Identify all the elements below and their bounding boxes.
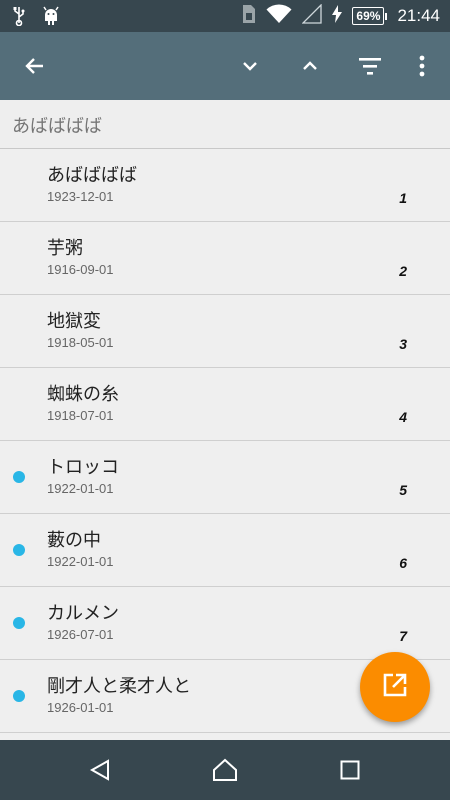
list-item[interactable]: カルメン 1926-07-01 7 <box>0 587 450 660</box>
unread-dot-icon <box>13 617 25 629</box>
back-triangle-icon[interactable] <box>60 740 140 800</box>
result-list: あばばばば 1923-12-01 1 芋粥 1916-09-01 2 地獄変 1918-05-… <box>0 149 450 739</box>
back-arrow-icon[interactable] <box>11 32 59 100</box>
usb-icon <box>12 6 26 30</box>
sim-icon <box>242 4 256 28</box>
home-icon[interactable] <box>185 740 265 800</box>
item-number: 4 <box>399 409 407 425</box>
list-item[interactable]: あばばばば 1923-12-01 1 <box>0 149 450 222</box>
item-date: 1918-05-01 <box>47 335 114 350</box>
charging-icon <box>332 5 343 27</box>
item-date: 1926-01-01 <box>47 700 114 715</box>
search-input[interactable] <box>10 108 434 142</box>
search-bar <box>0 100 450 149</box>
open-in-new-icon <box>382 672 408 702</box>
item-number: 5 <box>399 482 407 498</box>
battery-cap <box>385 12 388 20</box>
open-in-new-button[interactable] <box>360 652 430 722</box>
more-vert-icon[interactable] <box>398 32 446 100</box>
list-item[interactable]: 地獄変 1918-05-01 3 <box>0 295 450 368</box>
item-title: 蜘蛛の糸 <box>47 384 119 405</box>
item-number: 3 <box>399 336 407 352</box>
item-title: 藪の中 <box>47 530 101 551</box>
item-title: 地獄変 <box>47 311 101 332</box>
item-number: 1 <box>399 190 407 206</box>
unread-dot-icon <box>13 544 25 556</box>
item-title: 芋粥 <box>47 238 83 259</box>
item-title: トロッコ <box>47 457 119 478</box>
item-title: カルメン <box>47 603 119 624</box>
unread-dot-icon <box>13 690 25 702</box>
item-number: 6 <box>399 555 407 571</box>
item-number: 2 <box>399 263 407 279</box>
app-bar <box>0 32 450 100</box>
item-number: 7 <box>399 628 407 644</box>
recents-icon[interactable] <box>310 740 390 800</box>
chevron-up-icon[interactable] <box>286 32 334 100</box>
status-bar: 69% 21:44 <box>0 0 450 32</box>
signal-icon <box>301 3 323 28</box>
status-time: 21:44 <box>397 6 440 25</box>
list-item[interactable]: 芋粥 1916-09-01 2 <box>0 222 450 295</box>
item-date: 1922-01-01 <box>47 481 114 496</box>
item-date: 1922-01-01 <box>47 554 114 569</box>
item-date: 1918-07-01 <box>47 408 114 423</box>
list-item[interactable]: 蜘蛛の糸 1918-07-01 4 <box>0 368 450 441</box>
battery-indicator: 69% <box>352 7 385 25</box>
item-title: あばばばば <box>47 165 137 186</box>
chevron-down-icon[interactable] <box>226 32 274 100</box>
unread-dot-icon <box>13 471 25 483</box>
item-date: 1926-07-01 <box>47 627 114 642</box>
filter-icon[interactable] <box>346 32 394 100</box>
list-item[interactable]: トロッコ 1922-01-01 5 <box>0 441 450 514</box>
list-item[interactable]: 藪の中 1922-01-01 6 <box>0 514 450 587</box>
battery-percent: 69% <box>356 9 381 23</box>
navigation-bar <box>0 740 450 800</box>
wifi-icon <box>266 4 292 28</box>
item-date: 1923-12-01 <box>47 189 114 204</box>
item-title: 剛才人と柔才人と <box>47 676 191 697</box>
item-date: 1916-09-01 <box>47 262 114 277</box>
android-debug-icon <box>42 6 60 30</box>
